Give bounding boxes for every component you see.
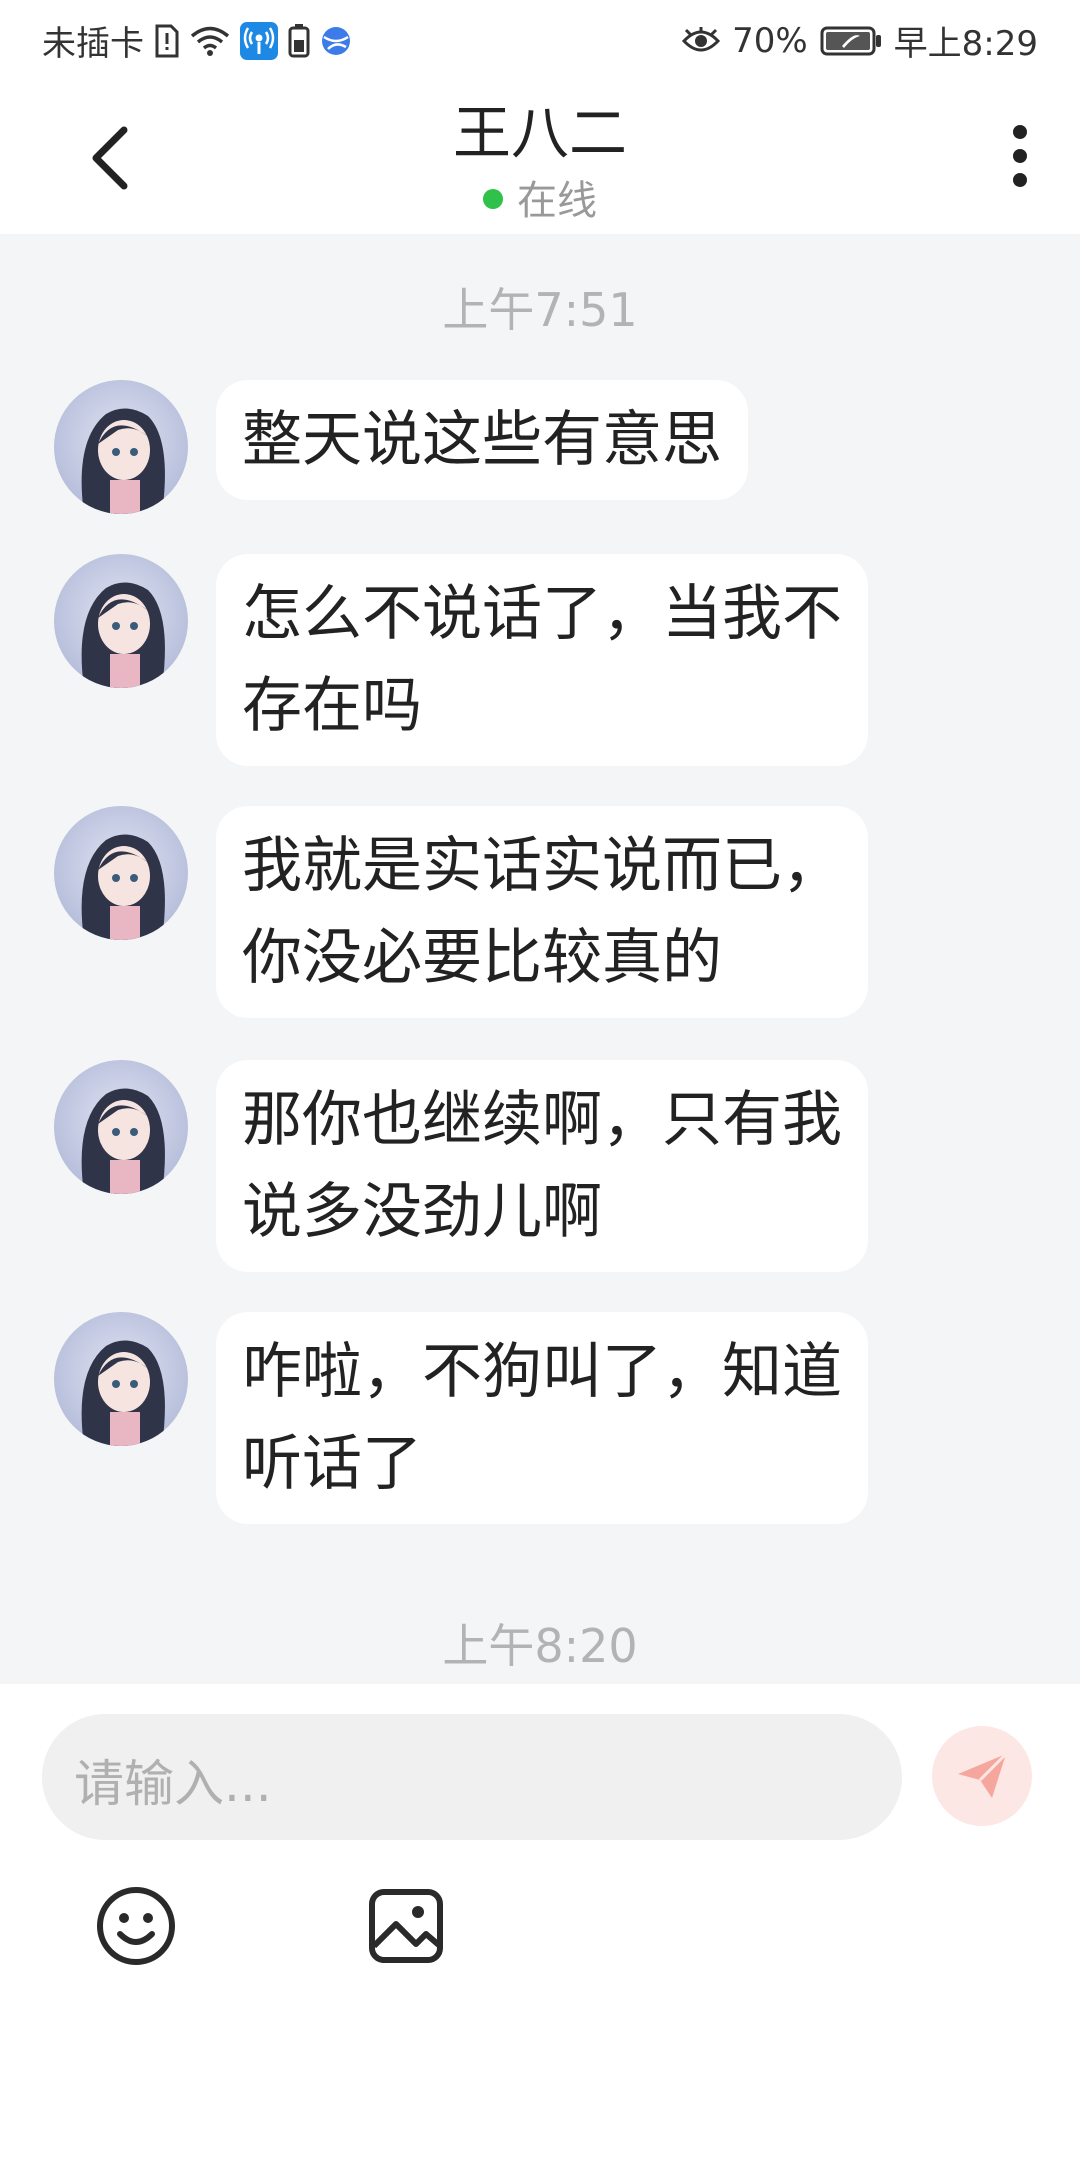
message-text: 那你也继续啊，只有我 (242, 1085, 842, 1155)
image-icon (369, 1889, 443, 1963)
message-item: 我就是实话实说而已， 你没必要比较真的 (54, 806, 868, 1018)
message-text: 整天说这些有意思 (242, 405, 722, 475)
browser-icon (320, 25, 352, 57)
carrier-label: 未插卡 (42, 24, 144, 64)
contact-avatar[interactable] (54, 1060, 188, 1194)
status-bar: 未插卡 70% 早上8:29 (0, 0, 1080, 74)
presence-label: 在线 (517, 178, 597, 224)
message-text: 咋啦，不狗叫了，知道 (242, 1337, 842, 1407)
image-button[interactable] (364, 1884, 448, 1968)
message-bubble[interactable]: 整天说这些有意思 (216, 380, 748, 500)
message-item: 咋啦，不狗叫了，知道 听话了 (54, 1312, 868, 1524)
emoji-icon (97, 1887, 175, 1965)
wifi-icon (190, 25, 230, 57)
eye-icon (682, 26, 721, 55)
message-input[interactable]: 请输入... (42, 1714, 902, 1840)
contact-avatar[interactable] (54, 806, 188, 940)
message-item: 整天说这些有意思 (54, 380, 748, 514)
chat-header: 王八二 在线 (0, 74, 1080, 234)
message-text: 你没必要比较真的 (242, 923, 722, 993)
send-button[interactable] (932, 1726, 1032, 1826)
message-composer: 请输入... (0, 1684, 1080, 2160)
message-bubble[interactable]: 那你也继续啊，只有我 说多没劲儿啊 (216, 1060, 868, 1272)
chat-message-list[interactable]: 上午7:51 整天说这些有意思 怎么不说话了，当我不 存在吗 我就是实话实说而已… (0, 234, 1080, 1684)
message-bubble[interactable]: 我就是实话实说而已， 你没必要比较真的 (216, 806, 868, 1018)
more-options-button[interactable] (990, 118, 1050, 198)
message-text: 听话了 (242, 1429, 422, 1499)
battery-saver-icon (288, 23, 310, 58)
more-vertical-icon (1013, 125, 1027, 187)
timestamp: 上午8:20 (442, 1619, 638, 1673)
contact-avatar[interactable] (54, 380, 188, 514)
message-text: 说多没劲儿啊 (242, 1177, 602, 1247)
battery-percent: 70% (732, 20, 808, 61)
message-bubble[interactable]: 咋啦，不狗叫了，知道 听话了 (216, 1312, 868, 1524)
timestamp: 上午7:51 (442, 283, 638, 337)
hotspot-icon (240, 21, 278, 60)
message-text: 怎么不说话了，当我不 (242, 579, 842, 649)
message-text: 我就是实话实说而已， (242, 831, 842, 901)
battery-icon (820, 26, 882, 56)
status-time: 早上8:29 (893, 24, 1038, 64)
message-bubble[interactable]: 怎么不说话了，当我不 存在吗 (216, 554, 868, 766)
send-icon (958, 1752, 1008, 1798)
message-item: 那你也继续啊，只有我 说多没劲儿啊 (54, 1060, 868, 1272)
emoji-button[interactable] (94, 1884, 178, 1968)
contact-avatar[interactable] (54, 554, 188, 688)
sim-missing-icon (154, 24, 180, 58)
contact-avatar[interactable] (54, 1312, 188, 1446)
message-item: 怎么不说话了，当我不 存在吗 (54, 554, 868, 766)
presence-status: 在线 (0, 168, 1080, 226)
contact-name: 王八二 (452, 99, 627, 167)
input-placeholder: 请输入... (74, 1755, 272, 1813)
online-dot-icon (483, 189, 503, 209)
message-text: 存在吗 (242, 671, 422, 741)
